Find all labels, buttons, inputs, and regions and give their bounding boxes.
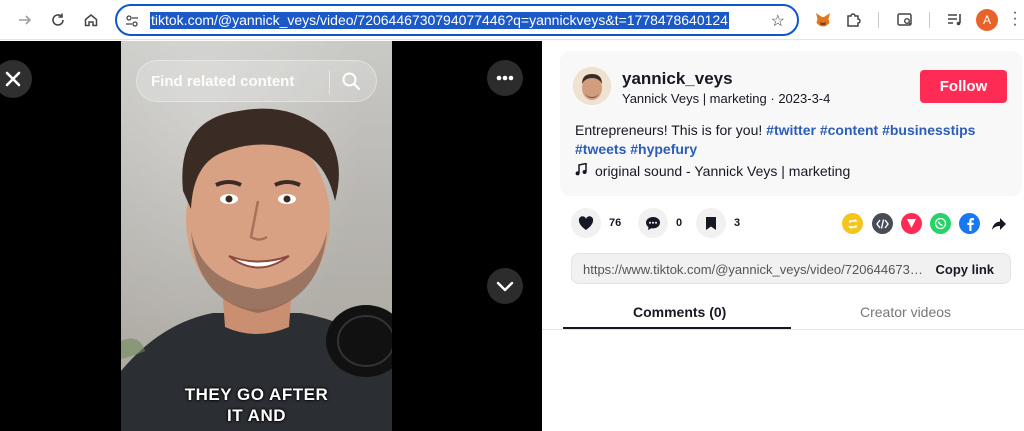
- follow-button[interactable]: Follow: [920, 70, 1007, 103]
- home-icon[interactable]: [78, 7, 104, 33]
- hashtag-link[interactable]: #hypefury: [630, 141, 697, 157]
- more-share-button[interactable]: [988, 213, 1009, 234]
- music-title: original sound - Yannick Veys | marketin…: [595, 163, 851, 179]
- creator-display-name: Yannick Veys | marketing: [622, 91, 767, 106]
- embed-share-button[interactable]: [872, 213, 893, 234]
- tab-search-icon[interactable]: [893, 8, 917, 32]
- more-options-button[interactable]: [487, 60, 523, 96]
- embed-code-icon: [876, 218, 889, 229]
- reload-icon[interactable]: [45, 7, 71, 33]
- video-player[interactable]: Find related content THEY GO AFTER IT AN…: [0, 41, 542, 431]
- chevron-down-icon: [496, 281, 514, 292]
- separator: ·: [766, 91, 779, 106]
- description-text: Entrepreneurs! This is for you!: [575, 122, 767, 138]
- next-video-button[interactable]: [487, 268, 523, 304]
- address-bar[interactable]: tiktok.com/@yannick_veys/video/720644673…: [115, 4, 799, 36]
- tab-creator-videos[interactable]: Creator videos: [860, 304, 951, 320]
- extensions-puzzle-icon[interactable]: [842, 8, 866, 32]
- close-icon: [5, 71, 21, 87]
- hashtag-link[interactable]: #businesstips: [882, 122, 975, 138]
- save-count: 3: [734, 217, 741, 229]
- comment-count: 0: [676, 217, 683, 229]
- send-icon: [907, 219, 916, 228]
- whatsapp-share-button[interactable]: [930, 213, 951, 234]
- facebook-share-button[interactable]: [959, 213, 980, 234]
- heart-icon: [578, 215, 594, 230]
- find-related-search[interactable]: Find related content: [136, 60, 377, 102]
- caption-line: IT AND: [226, 406, 287, 425]
- share-arrow-icon: [991, 217, 1006, 230]
- save-action[interactable]: 3: [696, 208, 740, 238]
- toolbar-separator: [878, 12, 879, 28]
- copy-link-button[interactable]: Copy link: [935, 262, 994, 277]
- bookmark-icon: [706, 216, 716, 230]
- ellipsis-icon: [496, 75, 514, 81]
- forward-icon[interactable]: [12, 7, 38, 33]
- active-tab-indicator: [563, 327, 791, 329]
- comment-tabs: Comments (0) Creator videos: [542, 296, 1024, 330]
- profile-avatar[interactable]: A: [976, 9, 998, 31]
- creator-subtitle: Yannick Veys | marketing · 2023-3-4: [622, 91, 830, 106]
- media-control-icon[interactable]: [943, 8, 967, 32]
- post-description: Entrepreneurs! This is for you! #twitter…: [575, 121, 1015, 159]
- browser-menu-icon[interactable]: · · ·: [1010, 5, 1020, 33]
- copy-link-bar: https://www.tiktok.com/@yannick_veys/vid…: [571, 253, 1011, 284]
- facebook-icon: [966, 217, 974, 231]
- repost-share-button[interactable]: [842, 213, 863, 234]
- bookmark-star-icon[interactable]: ☆: [771, 11, 785, 31]
- site-settings-icon[interactable]: [123, 12, 141, 30]
- hashtag-link[interactable]: #twitter: [766, 122, 816, 138]
- hashtag-link[interactable]: #content: [820, 122, 878, 138]
- comment-action[interactable]: 0: [638, 208, 682, 238]
- tab-comments[interactable]: Comments (0): [633, 304, 726, 320]
- caption-line: THEY GO AFTER: [184, 385, 329, 404]
- whatsapp-icon: [934, 217, 947, 230]
- creator-username[interactable]: yannick_veys: [622, 69, 733, 89]
- like-count: 76: [609, 217, 622, 229]
- browser-toolbar: tiktok.com/@yannick_veys/video/720644673…: [0, 0, 1024, 40]
- url-text[interactable]: tiktok.com/@yannick_veys/video/720644673…: [150, 12, 729, 29]
- creator-avatar[interactable]: [573, 67, 611, 105]
- hashtag-link[interactable]: #tweets: [575, 141, 626, 157]
- post-date: 2023-3-4: [778, 91, 831, 106]
- like-action[interactable]: 76: [571, 208, 621, 238]
- toolbar-separator: [929, 12, 930, 28]
- send-share-button[interactable]: [901, 213, 922, 234]
- music-note-icon: [575, 162, 591, 179]
- post-info-card: yannick_veys Yannick Veys | marketing · …: [560, 51, 1022, 196]
- comment-icon: [646, 216, 660, 230]
- close-video-button[interactable]: [0, 60, 32, 98]
- metamask-fox-icon[interactable]: [811, 8, 835, 32]
- actions-row: 76 0 3: [560, 205, 1022, 241]
- music-link[interactable]: original sound - Yannick Veys | marketin…: [575, 162, 851, 179]
- repost-icon: [847, 218, 858, 229]
- video-link-text[interactable]: https://www.tiktok.com/@yannick_veys/vid…: [583, 262, 927, 277]
- search-placeholder: Find related content: [151, 73, 295, 90]
- search-icon[interactable]: [341, 71, 361, 91]
- video-caption: THEY GO AFTER IT AND: [121, 384, 392, 426]
